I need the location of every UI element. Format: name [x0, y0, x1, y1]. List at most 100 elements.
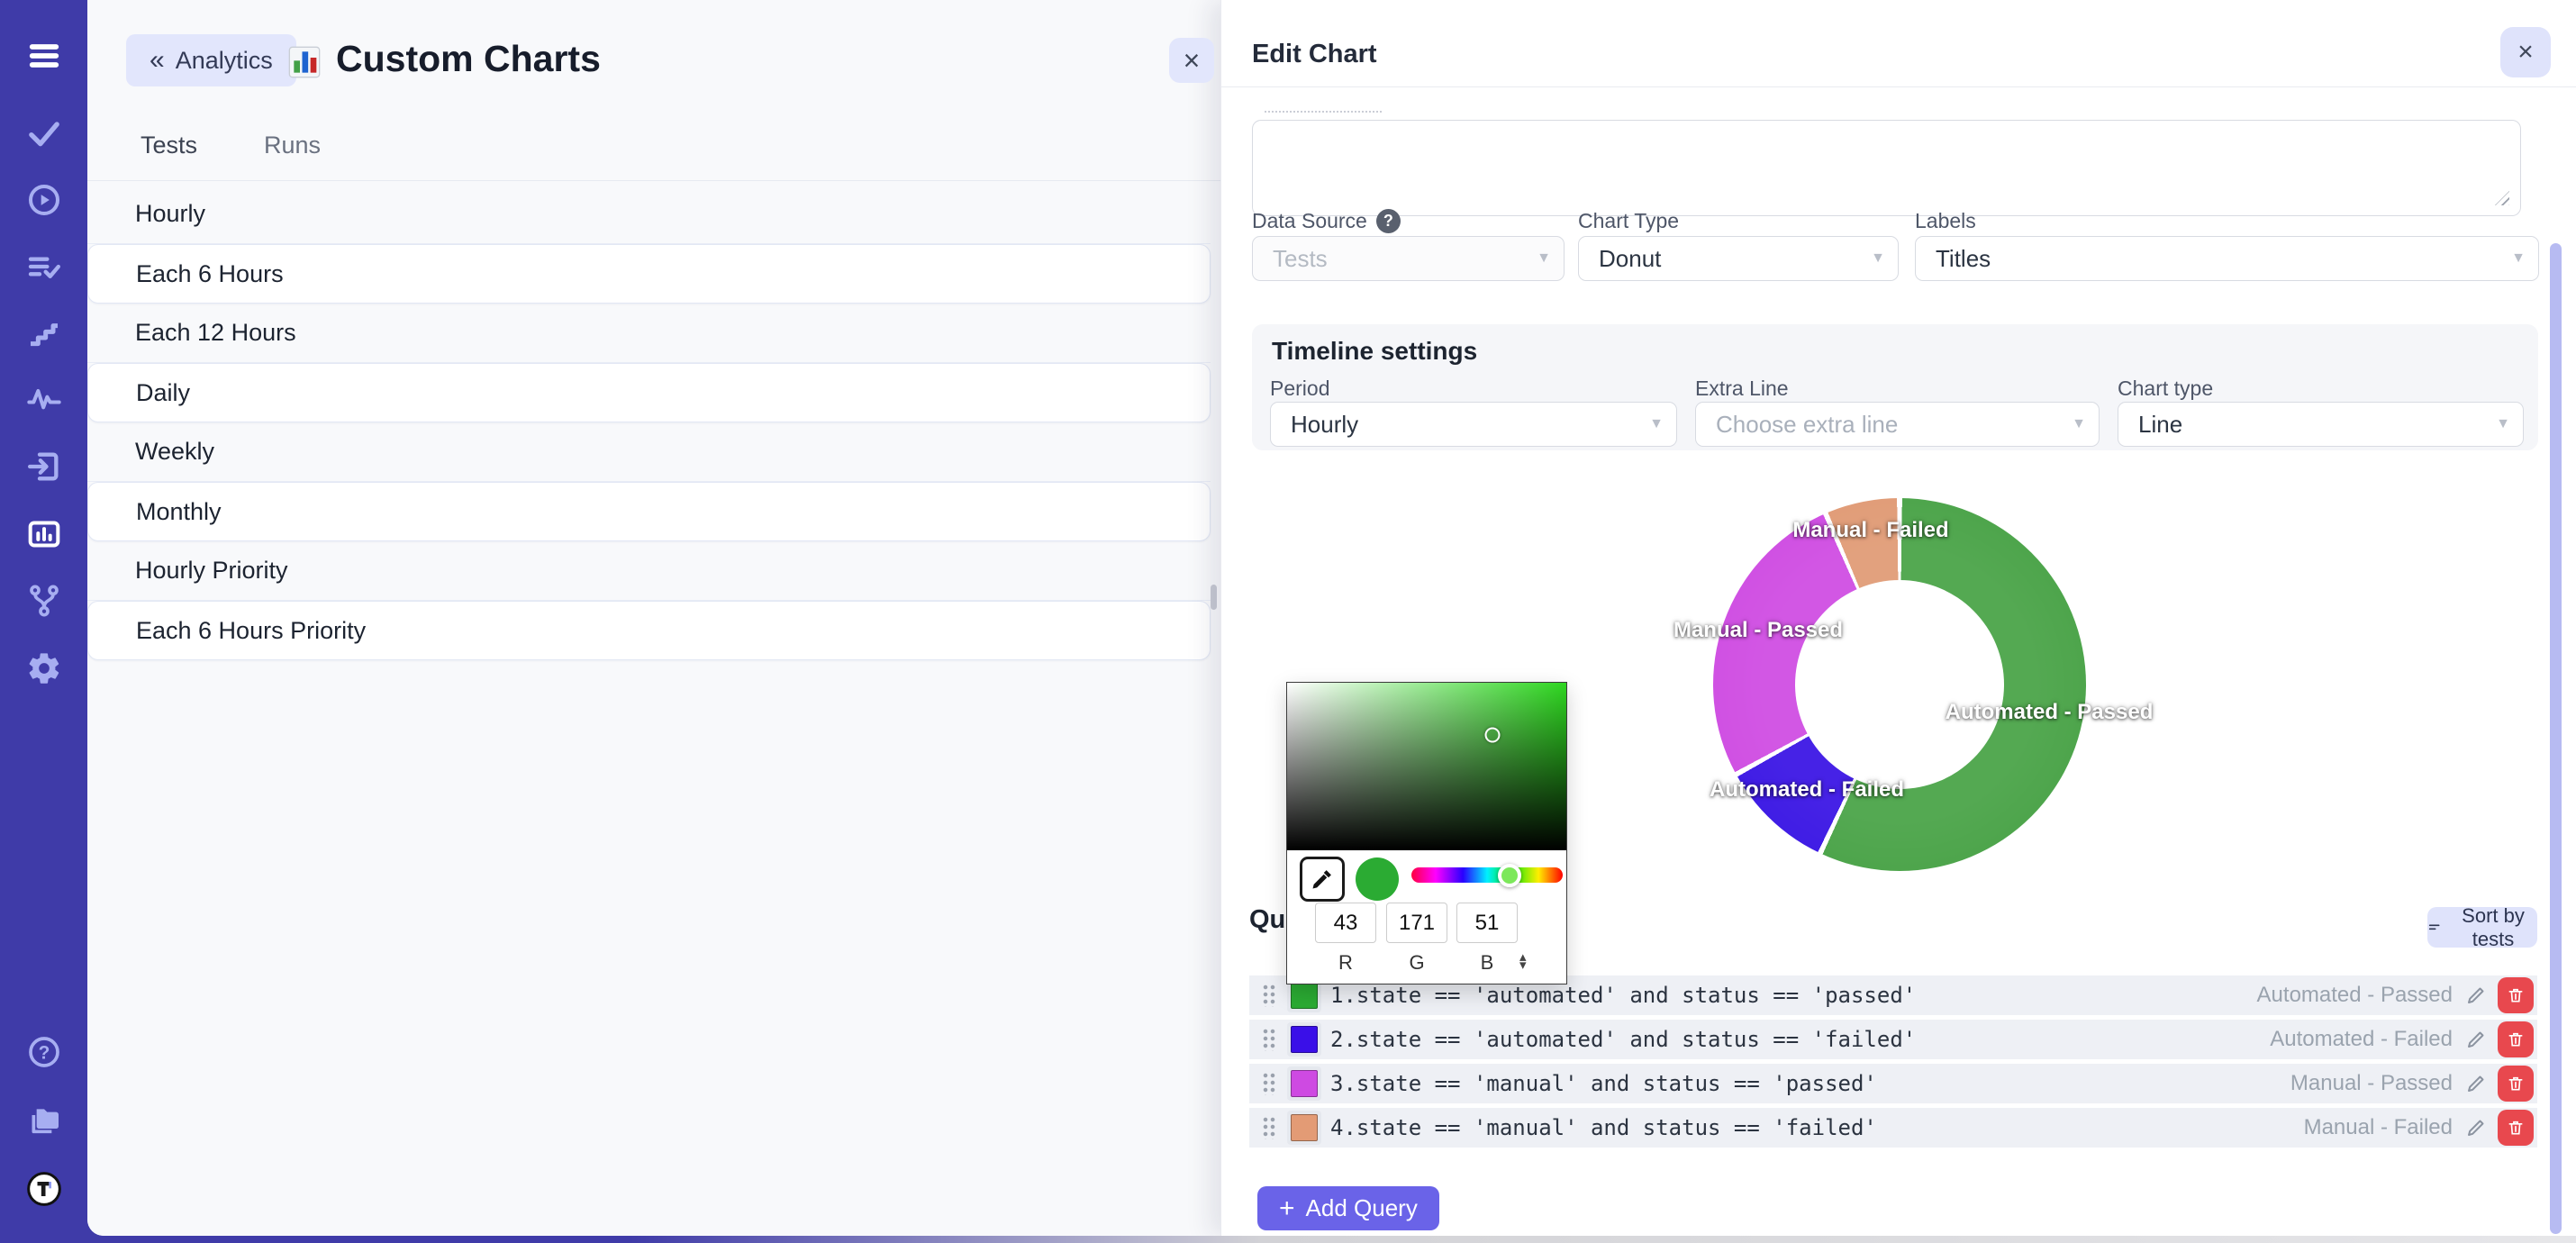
- period-value: Hourly: [1291, 411, 1358, 439]
- extra-line-select[interactable]: Choose extra line ▼: [1695, 402, 2100, 447]
- green-label: G: [1386, 951, 1447, 975]
- extra-line-placeholder: Choose extra line: [1716, 411, 1898, 439]
- git-branch-icon[interactable]: [24, 581, 64, 621]
- delete-query-button[interactable]: [2498, 1021, 2534, 1057]
- edit-query-button[interactable]: [2465, 1029, 2487, 1050]
- hue-slider-handle[interactable]: [1498, 864, 1521, 887]
- eyedropper-icon: [1310, 866, 1335, 892]
- list-item[interactable]: Each 6 Hours: [87, 244, 1211, 304]
- list-check-icon[interactable]: [24, 247, 64, 286]
- sidebar: ?: [0, 0, 87, 1243]
- timeline-settings-box: Timeline settings Period Extra Line Char…: [1252, 324, 2538, 450]
- data-source-select[interactable]: Tests ▼: [1252, 236, 1565, 281]
- chart-type-select[interactable]: Donut ▼: [1578, 236, 1899, 281]
- query-color-chip[interactable]: [1287, 1022, 1321, 1057]
- app-root: ? « Analytics Custom Charts ×: [0, 0, 2576, 1243]
- edit-query-button[interactable]: [2465, 1073, 2487, 1094]
- delete-query-button[interactable]: [2498, 1066, 2534, 1102]
- list-item[interactable]: Hourly: [87, 185, 1211, 244]
- sort-button-label: Sort by tests: [2449, 904, 2537, 951]
- query-color-chip[interactable]: [1287, 1066, 1321, 1101]
- blue-label: B: [1456, 951, 1518, 975]
- list-item[interactable]: Daily: [87, 363, 1211, 422]
- donut-chart: Automated - Passed Automated - Failed Ma…: [1713, 498, 2086, 871]
- gear-icon[interactable]: [24, 649, 64, 688]
- extra-line-label: Extra Line: [1695, 377, 1789, 401]
- list-item[interactable]: Weekly: [87, 422, 1211, 482]
- panel-close-button[interactable]: ×: [1169, 38, 1214, 83]
- drag-handle-icon[interactable]: [1262, 1028, 1276, 1051]
- help-badge-icon[interactable]: ?: [1376, 209, 1401, 233]
- sign-in-icon[interactable]: [24, 447, 64, 486]
- check-icon[interactable]: [24, 113, 64, 153]
- chevron-down-icon: ▼: [2496, 416, 2510, 432]
- red-label: R: [1315, 951, 1376, 975]
- labels-value: Titles: [1936, 245, 1991, 273]
- green-input[interactable]: [1386, 903, 1447, 943]
- list-item[interactable]: Monthly: [87, 482, 1211, 541]
- blue-input[interactable]: [1456, 903, 1518, 943]
- drawer-close-button[interactable]: ×: [2500, 27, 2551, 77]
- query-row: 4.state == 'manual' and status == 'faile…: [1249, 1108, 2537, 1148]
- color-mode-switch-icon[interactable]: ▴▾: [1519, 953, 1527, 969]
- tab-runs[interactable]: Runs: [259, 132, 326, 172]
- drawer-title: Edit Chart: [1252, 40, 1377, 69]
- delete-query-button[interactable]: [2498, 1110, 2534, 1146]
- tab-tests[interactable]: Tests: [135, 132, 203, 172]
- logo-badge[interactable]: [24, 1169, 64, 1209]
- left-panel-scrollbar[interactable]: [1211, 585, 1217, 610]
- sort-by-tests-button[interactable]: Sort by tests: [2427, 907, 2537, 948]
- add-query-button[interactable]: + Add Query: [1257, 1186, 1439, 1230]
- drag-handle-icon[interactable]: [1262, 1072, 1276, 1095]
- steps-icon[interactable]: [24, 313, 64, 353]
- donut-chart-canvas[interactable]: [1713, 498, 2086, 871]
- labels-select[interactable]: Titles ▼: [1915, 236, 2539, 281]
- query-row: 3.state == 'manual' and status == 'passe…: [1249, 1064, 2537, 1103]
- red-input[interactable]: [1315, 903, 1376, 943]
- query-title-label: Manual - Failed: [2304, 1115, 2453, 1140]
- folders-icon[interactable]: [24, 1100, 64, 1139]
- back-to-analytics-button[interactable]: « Analytics: [126, 34, 296, 86]
- period-label-text: Period: [1270, 377, 1329, 401]
- saturation-cursor[interactable]: [1484, 727, 1500, 742]
- eyedropper-button[interactable]: [1300, 857, 1345, 902]
- edit-chart-drawer: Edit Chart × Data Source ? Chart Type La…: [1220, 0, 2576, 1236]
- chart-type-label: Chart Type: [1578, 209, 1679, 233]
- query-color-chip[interactable]: [1287, 1111, 1321, 1145]
- list-item[interactable]: Hourly Priority: [87, 541, 1211, 601]
- saturation-area[interactable]: [1287, 683, 1566, 850]
- drawer-scrollbar[interactable]: [2550, 243, 2562, 1234]
- labels-label: Labels: [1915, 209, 1976, 233]
- play-circle-icon[interactable]: [24, 180, 64, 220]
- activity-icon[interactable]: [24, 380, 64, 420]
- menu-icon[interactable]: [24, 36, 64, 76]
- extra-line-label-text: Extra Line: [1695, 377, 1789, 401]
- timeline-chart-type-label: Chart type: [2118, 377, 2213, 401]
- tabs: Tests Runs: [135, 132, 326, 172]
- chevrons-left-icon: «: [150, 47, 165, 74]
- delete-query-button[interactable]: [2498, 977, 2534, 1013]
- drag-handle-icon[interactable]: [1262, 984, 1276, 1007]
- query-title-label: Automated - Failed: [2270, 1027, 2453, 1052]
- edit-query-button[interactable]: [2465, 984, 2487, 1006]
- query-rows: 1.state == 'automated' and status == 'pa…: [1249, 975, 2537, 1148]
- period-select[interactable]: Hourly ▼: [1270, 402, 1677, 447]
- query-text: 2.state == 'automated' and status == 'fa…: [1330, 1027, 2270, 1052]
- chevron-down-icon: ▼: [2072, 416, 2086, 432]
- charts-list: Hourly Each 6 Hours Each 12 Hours Daily …: [87, 185, 1211, 660]
- timeline-chart-type-select[interactable]: Line ▼: [2118, 402, 2524, 447]
- list-item[interactable]: Each 12 Hours: [87, 304, 1211, 363]
- trash-icon: [2507, 1119, 2525, 1137]
- edit-query-button[interactable]: [2465, 1117, 2487, 1139]
- pencil-icon: [2465, 1073, 2487, 1094]
- plus-icon: +: [1279, 1193, 1295, 1224]
- bar-chart-icon[interactable]: [24, 514, 64, 554]
- help-icon[interactable]: ?: [24, 1032, 64, 1072]
- hue-slider[interactable]: [1411, 867, 1563, 883]
- drag-handle-icon[interactable]: [1262, 1116, 1276, 1139]
- donut-slice-label: Manual - Failed: [1792, 518, 1948, 543]
- period-label: Period: [1270, 377, 1329, 401]
- donut-slice-label: Automated - Failed: [1710, 777, 1904, 803]
- list-item[interactable]: Each 6 Hours Priority: [87, 601, 1211, 660]
- chart-description-textarea[interactable]: [1252, 120, 2521, 216]
